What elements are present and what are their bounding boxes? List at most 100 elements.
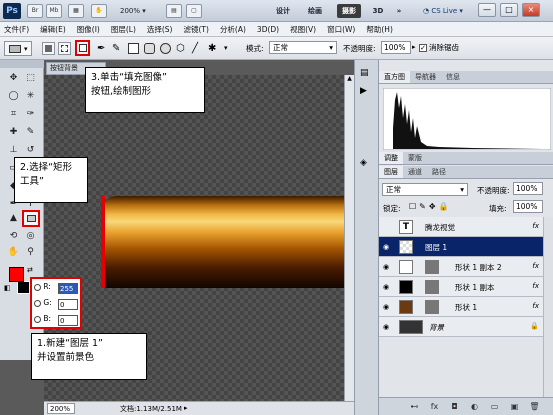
vertical-scrollbar[interactable]: ▲ <box>344 75 354 401</box>
green-input[interactable]: 0 <box>58 299 78 310</box>
opacity-input[interactable]: 100% <box>381 41 411 54</box>
eye-icon[interactable]: ◉ <box>383 283 391 291</box>
tab-channels[interactable]: 通道 <box>403 166 427 178</box>
tab-navigator[interactable]: 导航器 <box>410 71 441 83</box>
layer-opacity-input[interactable]: 100% <box>513 182 543 195</box>
cs-live-button[interactable]: ◔ CS Live ▾ <box>423 4 469 18</box>
menu-layer[interactable]: 图层(L) <box>111 24 136 35</box>
menu-image[interactable]: 图像(I) <box>77 24 100 35</box>
move-tool-icon[interactable]: ✥ <box>6 72 21 85</box>
clone-stamp-icon[interactable]: ⊥ <box>6 144 21 157</box>
minimize-button[interactable]: — <box>478 3 496 17</box>
crop-tool-icon[interactable]: ⌗ <box>6 108 21 121</box>
tab-info[interactable]: 信息 <box>441 71 465 83</box>
zoom-tool-icon[interactable]: ⚲ <box>23 246 38 259</box>
foreground-color-swatch[interactable] <box>9 267 24 282</box>
brush-tool-icon[interactable]: ✎ <box>23 126 38 139</box>
menu-edit[interactable]: 编辑(E) <box>40 24 66 35</box>
layer-row-shape[interactable]: ◉ 形状 1 副本 2 fx <box>379 257 543 277</box>
layer-row-shape[interactable]: ◉ 形状 1 fx <box>379 297 543 317</box>
history-brush-icon[interactable]: ↺ <box>23 144 38 157</box>
layer-row-shape[interactable]: ◉ 形状 1 副本 fx <box>379 277 543 297</box>
zoom-level-select[interactable]: 200% ▾ <box>120 5 160 17</box>
opacity-slider-icon[interactable]: ▸ <box>412 43 416 51</box>
magic-wand-icon[interactable]: ✳ <box>23 90 38 103</box>
marquee-tool-icon[interactable]: ⬚ <box>23 72 38 85</box>
styles-panel-icon[interactable]: ◈ <box>360 158 367 168</box>
shape-layers-button[interactable] <box>42 42 55 55</box>
pen-tool-icon[interactable]: ✒ <box>97 43 108 54</box>
eye-icon[interactable]: ◉ <box>383 303 391 311</box>
layer-blend-mode-select[interactable]: 正常 ▾ <box>382 183 468 196</box>
eye-icon[interactable]: ◉ <box>383 323 391 331</box>
minibridge-icon[interactable]: Mb <box>46 4 62 18</box>
antialias-checkbox[interactable]: ✓ 消除锯齿 <box>419 42 459 53</box>
custom-shape-icon[interactable]: ✱ <box>208 43 219 54</box>
delete-layer-icon[interactable]: 🗑 <box>529 402 540 412</box>
radio-icon[interactable] <box>34 315 41 323</box>
workspace-paint[interactable]: 绘画 <box>304 4 326 18</box>
tab-layers[interactable]: 图层 <box>379 166 403 178</box>
fx-icon[interactable]: fx <box>532 222 539 230</box>
menu-view[interactable]: 视图(V) <box>290 24 316 35</box>
screen-mode-icon[interactable]: ▢ <box>186 4 202 18</box>
layers-scrollbar[interactable] <box>543 217 553 397</box>
eye-icon[interactable]: ◉ <box>383 243 391 251</box>
checkbox-icon[interactable]: ✓ <box>419 44 427 52</box>
layer-row-background[interactable]: ◉ 背景 🔒 <box>379 317 543 337</box>
status-zoom-input[interactable]: 200% <box>47 403 75 414</box>
path-select-icon[interactable]: ▲ <box>6 212 21 225</box>
fill-pixels-button[interactable] <box>75 40 90 56</box>
tool-preset-picker[interactable]: ▾ <box>4 41 32 56</box>
healing-brush-icon[interactable]: ✚ <box>6 126 21 139</box>
menu-3d[interactable]: 3D(D) <box>257 25 279 34</box>
polygon-icon[interactable]: ⬡ <box>176 43 187 54</box>
workspace-photo[interactable]: 摄影 <box>337 4 361 18</box>
3d-orbit-icon[interactable]: ◎ <box>23 230 38 243</box>
hand-view-icon[interactable]: ✋ <box>91 4 107 18</box>
new-group-icon[interactable]: ▭ <box>489 402 500 412</box>
workspace-3d[interactable]: 3D <box>370 4 386 18</box>
lock-icons[interactable]: ☐✎✥🔒 <box>409 202 452 211</box>
menu-file[interactable]: 文件(F) <box>4 24 29 35</box>
radio-icon[interactable] <box>34 299 41 307</box>
red-input[interactable]: 255 <box>58 283 78 294</box>
rectangle-tool-icon[interactable] <box>22 210 40 227</box>
fx-icon[interactable]: fx <box>532 302 539 310</box>
tab-histogram[interactable]: 直方图 <box>379 71 410 83</box>
actions-panel-icon[interactable]: ▶ <box>360 86 367 96</box>
hand-tool-icon[interactable]: ✋ <box>6 246 21 259</box>
layer-row-selected[interactable]: ◉ 图层 1 <box>379 237 543 257</box>
default-colors-icon[interactable]: ◧ <box>4 284 11 292</box>
menu-help[interactable]: 帮助(H) <box>366 24 393 35</box>
tab-masks[interactable]: 蒙版 <box>403 152 427 164</box>
status-menu-icon[interactable]: ▸ <box>184 404 188 412</box>
scroll-up-icon[interactable]: ▲ <box>346 75 353 85</box>
new-layer-icon[interactable]: ▣ <box>509 402 520 412</box>
lasso-tool-icon[interactable]: ◯ <box>6 90 21 103</box>
menu-select[interactable]: 选择(S) <box>147 24 173 35</box>
eye-icon[interactable]: ◉ <box>383 263 391 271</box>
radio-icon[interactable] <box>34 283 41 291</box>
geometry-options-icon[interactable]: ▾ <box>224 43 235 54</box>
close-button[interactable]: × <box>522 3 540 17</box>
maximize-button[interactable]: □ <box>500 3 518 17</box>
rectangle-shape-icon[interactable] <box>128 43 139 54</box>
tab-paths[interactable]: 路径 <box>427 166 451 178</box>
arrange-docs-icon[interactable]: ▤ <box>166 4 182 18</box>
background-color-swatch[interactable] <box>17 281 30 294</box>
menu-filter[interactable]: 滤镜(T) <box>184 24 209 35</box>
ellipse-icon[interactable] <box>160 43 171 54</box>
history-panel-icon[interactable]: ▤ <box>360 68 369 78</box>
fill-input[interactable]: 100% <box>513 200 543 213</box>
tab-adjustments[interactable]: 调整 <box>379 152 403 164</box>
workspace-more-icon[interactable]: » <box>394 4 404 18</box>
fx-icon[interactable]: fx <box>532 262 539 270</box>
link-layers-icon[interactable]: ⊷ <box>409 402 420 412</box>
add-style-icon[interactable]: fx <box>429 402 440 412</box>
adjustment-layer-icon[interactable]: ◐ <box>469 402 480 412</box>
swap-colors-icon[interactable]: ⇄ <box>27 266 33 274</box>
fx-icon[interactable]: fx <box>532 282 539 290</box>
menu-window[interactable]: 窗口(W) <box>327 24 355 35</box>
rounded-rectangle-icon[interactable] <box>144 43 155 54</box>
